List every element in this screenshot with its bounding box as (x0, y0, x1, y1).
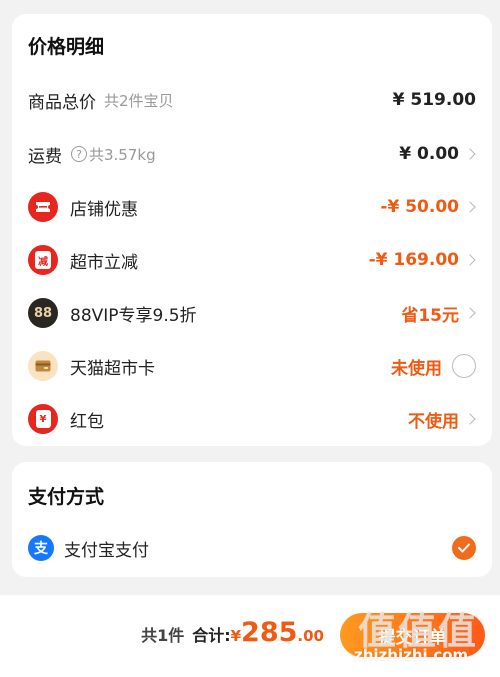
store-discount-row[interactable]: 店铺优惠 -¥ 50.00 (12, 187, 492, 227)
wallet-card-icon (28, 351, 58, 381)
shipping-label: 运费 (28, 146, 62, 167)
supermarket-card-label: 天猫超市卡 (70, 358, 155, 379)
supermarket-card-radio[interactable] (452, 354, 476, 378)
order-total: 共1件 合计: ¥ 285 .00 (141, 617, 324, 648)
shipping-row[interactable]: 运费 ? 共3.57kg ¥ 0.00 (12, 134, 492, 174)
goods-total-value: ¥ 519.00 (392, 90, 476, 110)
vip88-icon: 88 (28, 298, 58, 328)
alipay-icon: 支 (28, 535, 54, 561)
item-count-text: 共1件 (141, 626, 185, 645)
bottom-checkout-bar: 共1件 合计: ¥ 285 .00 提交订单 (0, 595, 500, 677)
vip88-label: 88VIP专享9.5折 (70, 305, 197, 326)
red-envelope-icon: ¥ (28, 404, 58, 434)
alipay-label: 支付宝支付 (64, 540, 149, 561)
shipping-value: ¥ 0.00 (399, 144, 459, 164)
ticket-icon (28, 192, 58, 222)
chevron-right-icon (464, 254, 476, 266)
supermarket-reduction-label: 超市立减 (70, 252, 138, 273)
chevron-right-icon (464, 307, 476, 319)
price-detail-card: 价格明细 商品总价 共2件宝贝 ¥ 519.00 运费 ? 共3.57kg ¥ … (12, 14, 492, 446)
store-discount-label: 店铺优惠 (70, 199, 138, 220)
supermarket-card-value: 未使用 (391, 358, 442, 379)
total-currency: ¥ (230, 627, 242, 645)
supermarket-reduction-value: -¥ 169.00 (368, 250, 459, 270)
goods-total-label: 商品总价 (28, 92, 96, 113)
vip88-discount-row[interactable]: 88 88VIP专享9.5折 省15元 (12, 293, 492, 333)
goods-total-row: 商品总价 共2件宝贝 ¥ 519.00 (12, 80, 492, 120)
supermarket-reduction-row[interactable]: 减 超市立减 -¥ 169.00 (12, 240, 492, 280)
shipping-weight-text: 共3.57kg (89, 145, 156, 164)
alipay-option-row[interactable]: 支 支付宝支付 (12, 528, 492, 568)
price-detail-title: 价格明细 (28, 36, 105, 58)
total-label: 合计: (192, 626, 231, 645)
checkmark-icon[interactable] (452, 536, 476, 560)
goods-count-text: 共2件宝贝 (104, 91, 174, 110)
red-envelope-row[interactable]: ¥ 红包 不使用 (12, 399, 492, 439)
chevron-right-icon (464, 148, 476, 160)
red-envelope-value: 不使用 (408, 411, 459, 432)
help-question-icon[interactable]: ? (71, 146, 87, 162)
total-decimal: .00 (297, 627, 324, 645)
total-amount: 285 (241, 617, 298, 648)
chevron-right-icon (464, 201, 476, 213)
payment-method-card: 支付方式 支 支付宝支付 (12, 462, 492, 577)
reduction-badge-icon: 减 (28, 245, 58, 275)
supermarket-card-row[interactable]: 天猫超市卡 未使用 (12, 346, 492, 386)
vip88-value: 省15元 (401, 305, 459, 326)
chevron-right-icon (464, 413, 476, 425)
store-discount-value: -¥ 50.00 (380, 197, 459, 217)
payment-method-title: 支付方式 (28, 486, 105, 508)
red-envelope-label: 红包 (70, 411, 104, 432)
submit-order-button[interactable]: 提交订单 (340, 613, 485, 657)
